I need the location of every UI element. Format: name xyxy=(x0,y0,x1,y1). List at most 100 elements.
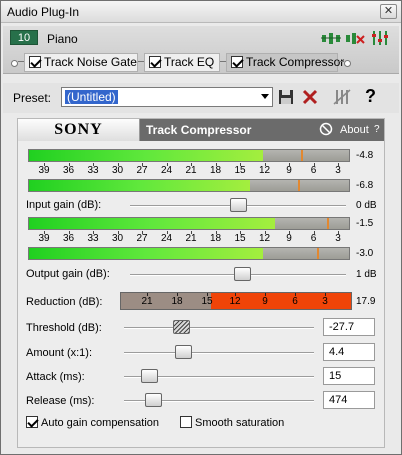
reduction-scale-tick xyxy=(265,293,266,296)
meter-scale-label: 12 xyxy=(258,165,271,176)
gain-reduction-meter: 21 18 15 12 9 6 3 xyxy=(120,292,352,310)
reduction-label: Reduction (dB): xyxy=(26,296,103,308)
meter-scale-tick xyxy=(338,231,339,234)
output-gain-slider-thumb[interactable] xyxy=(233,267,251,281)
output-gain-value: 1 dB xyxy=(356,269,377,280)
track-compressor-enable-checkbox[interactable] xyxy=(231,56,243,68)
meter-scale-tick xyxy=(289,163,290,166)
output-meter-right-value: -3.0 xyxy=(356,248,374,259)
noise-gate-enable-checkbox[interactable] xyxy=(29,56,41,68)
amount-value-field[interactable]: 4.4 xyxy=(323,343,375,361)
meter-scale-label: 6 xyxy=(310,233,317,244)
meter-scale-tick xyxy=(93,231,94,234)
compressor-panel: SONY Track Compressor About ? -4.8 39 36 3… xyxy=(17,118,385,448)
meter-scale-tick xyxy=(191,231,192,234)
plugin-help-link[interactable]: ? xyxy=(374,124,380,135)
input-meter-right-value: -6.8 xyxy=(356,180,374,191)
output-meter-scale: 39 36 33 30 27 24 21 18 15 12 9 6 3 xyxy=(28,231,350,245)
meter-scale-label: 30 xyxy=(111,165,124,176)
release-value-field[interactable]: 474 xyxy=(323,391,375,409)
meter-scale-label: 27 xyxy=(136,165,148,176)
meter-scale-tick xyxy=(264,163,266,166)
input-gain-value: 0 dB xyxy=(356,200,377,211)
meter-scale-label: 24 xyxy=(160,165,173,176)
threshold-value-field[interactable]: -27.7 xyxy=(323,318,375,336)
chain-start-node xyxy=(11,60,18,67)
track-eq-enable-checkbox[interactable] xyxy=(149,56,161,68)
reduction-scale-label: 3 xyxy=(322,296,328,307)
meter-scale-tick xyxy=(68,163,70,166)
meter-scale-label: 9 xyxy=(286,165,292,176)
meter-scale-tick xyxy=(240,163,241,166)
plug-in-chain-icon[interactable] xyxy=(321,30,341,46)
meter-scale-tick xyxy=(68,231,70,234)
delete-icon[interactable] xyxy=(301,88,319,106)
save-icon[interactable] xyxy=(277,88,295,106)
fx-tab-track-eq[interactable]: Track EQ xyxy=(144,53,220,72)
plugin-header: SONY Track Compressor About ? xyxy=(18,119,384,141)
auto-gain-compensation-checkbox[interactable] xyxy=(26,416,38,428)
attack-label: Attack (ms): xyxy=(26,371,85,383)
threshold-label: Threshold (dB): xyxy=(26,322,102,334)
meter-scale-tick xyxy=(44,231,45,234)
meter-scale-tick xyxy=(313,163,315,166)
meter-scale-tick xyxy=(313,231,315,234)
meter-scale-label: 15 xyxy=(234,233,246,244)
bypass-icon[interactable] xyxy=(333,88,351,106)
mixer-settings-icon[interactable] xyxy=(370,30,390,46)
reduction-scale-tick xyxy=(147,293,148,296)
fx-tab-track-compressor[interactable]: Track Compressor xyxy=(226,53,344,72)
reduction-scale-label: 12 xyxy=(229,296,241,307)
meter-scale-label: 9 xyxy=(286,233,292,244)
auto-gain-compensation-option[interactable]: Auto gain compensation xyxy=(26,416,159,429)
meter-scale-label: 15 xyxy=(234,165,246,176)
input-gain-label: Input gain (dB): xyxy=(26,199,102,211)
meter-scale-label: 27 xyxy=(136,233,148,244)
about-link[interactable]: About xyxy=(340,124,369,136)
output-meter-left xyxy=(28,217,350,230)
threshold-slider-track[interactable] xyxy=(124,327,314,329)
meter-scale-tick xyxy=(264,231,266,234)
track-name: Piano xyxy=(47,32,78,46)
amount-slider-track[interactable] xyxy=(124,352,314,354)
meter-scale-tick xyxy=(289,231,290,234)
preset-bar: Preset: (Untitled) ? xyxy=(3,83,399,113)
amount-label: Amount (x:1): xyxy=(26,347,93,359)
input-meter-left-value: -4.8 xyxy=(356,150,374,161)
input-gain-slider-thumb[interactable] xyxy=(229,198,247,212)
meter-scale-label: 36 xyxy=(62,233,75,244)
meter-scale-label: 33 xyxy=(87,165,99,176)
meter-scale-label: 33 xyxy=(87,233,99,244)
no-entry-icon[interactable] xyxy=(319,122,333,136)
threshold-slider-thumb[interactable] xyxy=(173,320,190,334)
meter-scale-label: 3 xyxy=(335,165,341,176)
smooth-saturation-option[interactable]: Smooth saturation xyxy=(180,416,284,429)
title-bar[interactable]: Audio Plug-In ✕ xyxy=(1,1,401,23)
reduction-scale-label: 9 xyxy=(262,296,268,307)
preset-dropdown[interactable]: (Untitled) xyxy=(61,87,273,107)
close-button[interactable]: ✕ xyxy=(380,4,397,19)
window-title: Audio Plug-In xyxy=(7,5,80,19)
smooth-saturation-checkbox[interactable] xyxy=(180,416,192,428)
attack-value-field[interactable]: 15 xyxy=(323,367,375,385)
meter-scale-label: 21 xyxy=(185,165,197,176)
chevron-down-icon[interactable] xyxy=(261,94,269,99)
meter-scale-label: 21 xyxy=(185,233,197,244)
output-meter-left-value: -1.5 xyxy=(356,218,374,229)
plugin-chain-bar: 10 Piano Track Noise Gate Track EQ Track… xyxy=(3,26,399,74)
remove-plugin-icon[interactable] xyxy=(345,30,365,46)
track-number-badge: 10 xyxy=(10,30,38,45)
release-label: Release (ms): xyxy=(26,395,95,407)
attack-slider-thumb[interactable] xyxy=(140,369,158,383)
meter-scale-tick xyxy=(215,163,217,166)
reduction-scale-tick xyxy=(177,293,178,296)
reduction-value: 17.9 xyxy=(356,296,376,307)
auto-gain-compensation-label: Auto gain compensation xyxy=(41,417,160,429)
fx-tab-noise-gate[interactable]: Track Noise Gate xyxy=(24,53,138,72)
release-slider-thumb[interactable] xyxy=(144,393,162,407)
amount-slider-thumb[interactable] xyxy=(174,345,192,359)
plugin-title: Track Compressor xyxy=(146,123,252,137)
help-icon[interactable]: ? xyxy=(365,86,383,106)
reduction-scale-tick xyxy=(325,293,326,296)
meter-scale-tick xyxy=(142,231,143,234)
